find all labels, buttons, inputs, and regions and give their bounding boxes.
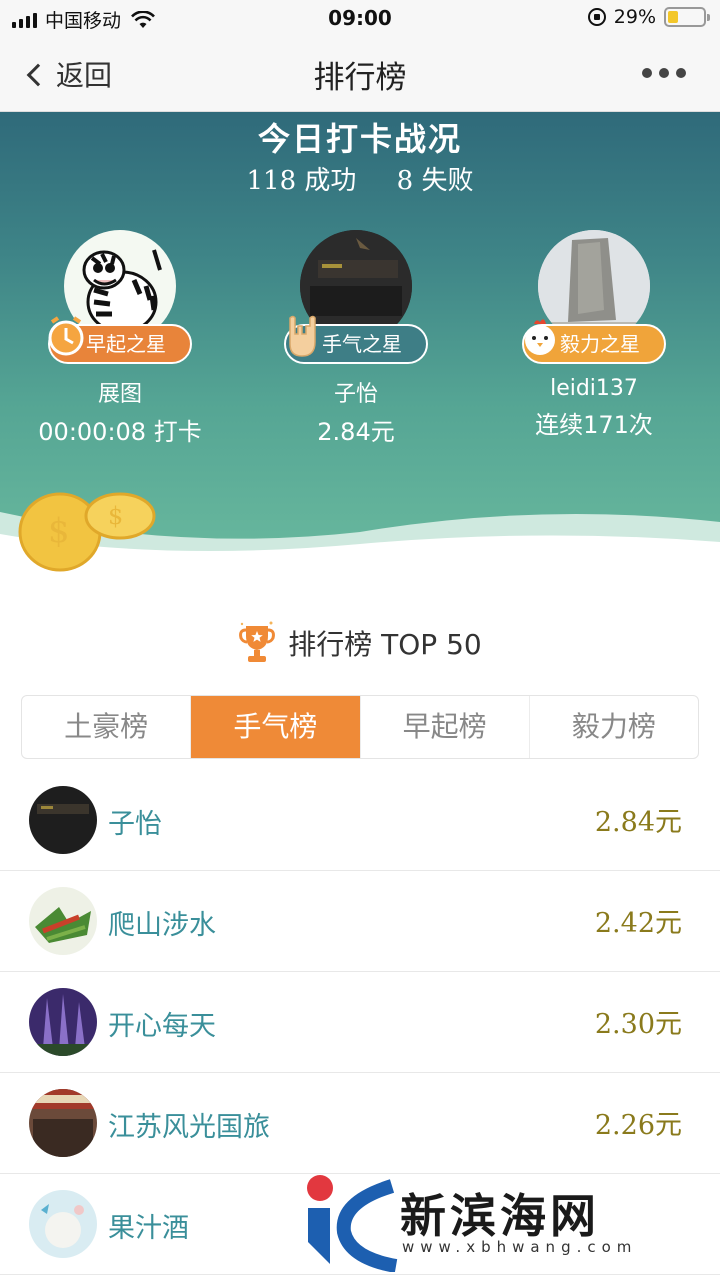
svg-text:$: $ xyxy=(108,502,123,530)
badge-label: 手气之星 xyxy=(322,332,402,356)
rotation-lock-icon xyxy=(587,8,606,26)
watermark-text: 新滨海网 xyxy=(400,1189,600,1243)
battery-icon xyxy=(664,7,710,27)
star-stat: 2.84元 xyxy=(317,418,395,446)
watermark-url: www.xbhwang.com xyxy=(402,1238,638,1256)
list-item[interactable]: 开心每天 2.30元 xyxy=(0,972,720,1073)
star-name: leidi137 xyxy=(550,376,638,401)
more-dots-icon[interactable] xyxy=(642,68,686,78)
star-stat: 00:00:08 打卡 xyxy=(38,418,202,446)
clock-icon xyxy=(48,316,84,356)
ranking-title: 排行榜 TOP 50 xyxy=(288,628,482,661)
avatar xyxy=(29,1089,97,1157)
success-count: 118 成功 xyxy=(246,166,357,196)
battery-percent: 29% xyxy=(613,6,656,28)
user-name: 果汁酒 xyxy=(108,1213,189,1244)
avatar xyxy=(29,786,97,854)
avatar xyxy=(29,887,97,955)
star-stat: 连续171次 xyxy=(535,411,653,439)
luck-star-card[interactable]: 手气之星 子怡 2.84元 xyxy=(256,230,456,447)
luck-star-badge: 手气之星 xyxy=(284,315,428,364)
trophy-icon xyxy=(239,621,276,662)
user-name: 开心每天 xyxy=(108,1011,216,1042)
fail-count: 8 失败 xyxy=(396,166,474,196)
badge-label: 毅力之星 xyxy=(560,332,640,356)
page-title: 排行榜 xyxy=(313,60,407,96)
amount: 2.84元 xyxy=(594,807,682,838)
amount: 2.30元 xyxy=(594,1009,682,1040)
watermark: 新滨海网 www.xbhwang.com xyxy=(300,1172,710,1272)
tab-early[interactable]: 早起榜 xyxy=(361,696,530,758)
user-name: 江苏风光国旅 xyxy=(108,1112,270,1143)
list-item[interactable]: 江苏风光国旅 2.26元 xyxy=(0,1073,720,1174)
status-bar: 中国移动 09:00 29% xyxy=(0,0,720,36)
watermark-logo-icon xyxy=(307,1175,398,1272)
user-name: 爬山涉水 xyxy=(108,910,216,941)
amount: 2.42元 xyxy=(594,908,682,939)
list-item[interactable]: 子怡 2.84元 xyxy=(0,770,720,871)
avatar xyxy=(29,988,97,1056)
perseverance-star-card[interactable]: 毅力之星 leidi137 连续171次 xyxy=(494,230,694,440)
amount: 2.26元 xyxy=(594,1110,682,1141)
chicken-icon xyxy=(525,319,555,355)
star-name: 展图 xyxy=(97,382,142,407)
early-star-card[interactable]: 早起之星 展图 00:00:08 打卡 xyxy=(20,230,220,447)
nav-bar: 返回 排行榜 xyxy=(0,36,720,112)
user-name: 子怡 xyxy=(108,809,162,840)
banner-title: 今日打卡战况 xyxy=(257,120,462,158)
ranking-section-title: 排行榜 TOP 50 xyxy=(0,620,720,666)
perseverance-star-badge: 毅力之星 xyxy=(522,319,666,364)
badge-label: 早起之星 xyxy=(86,332,166,356)
early-star-badge: 早起之星 xyxy=(48,316,192,364)
checkin-summary-banner: 今日打卡战况 118 成功 8 失败 早起之星 展图 00:00:08 打卡 手… xyxy=(0,112,720,582)
ranking-tabs: 土豪榜 手气榜 早起榜 毅力榜 xyxy=(21,695,699,759)
star-name: 子怡 xyxy=(333,382,378,407)
wave-decoration: $ $ xyxy=(0,492,720,582)
tab-perseverance[interactable]: 毅力榜 xyxy=(530,696,698,758)
checkin-stats: 118 成功 8 失败 xyxy=(0,160,720,197)
tab-luck[interactable]: 手气榜 xyxy=(191,696,361,758)
list-item[interactable]: 爬山涉水 2.42元 xyxy=(0,871,720,972)
tab-rich[interactable]: 土豪榜 xyxy=(22,696,192,758)
avatar xyxy=(29,1190,97,1258)
svg-text:$: $ xyxy=(48,511,70,551)
rock-hand-icon xyxy=(289,315,316,357)
